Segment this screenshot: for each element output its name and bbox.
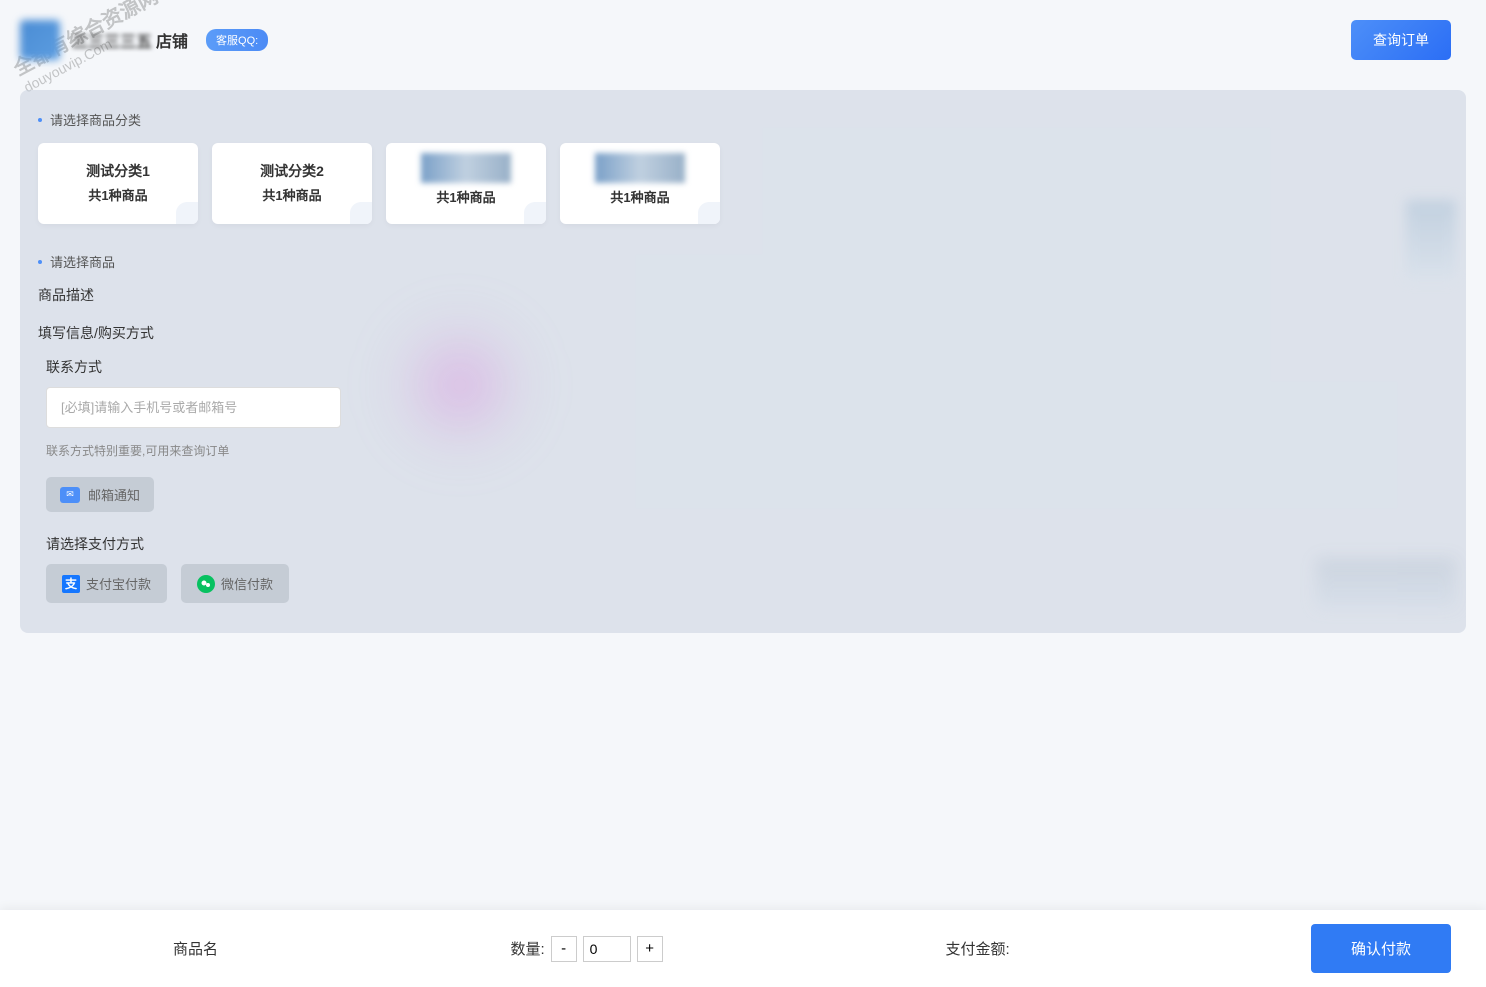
checkout-footer: 商品名 数量: - + 支付金额: 确认付款	[0, 910, 1486, 987]
wechat-label: 微信付款	[221, 574, 273, 593]
fill-info-title: 填写信息/购买方式	[38, 323, 1448, 343]
footer-quantity: 数量: - +	[391, 936, 782, 962]
quantity-input[interactable]	[583, 936, 631, 962]
quantity-label: 数量:	[510, 938, 544, 959]
main-panel: 请选择商品分类 测试分类1 共1种商品 测试分类2 共1种商品 共1种商品 共1…	[20, 90, 1466, 633]
category-card-1[interactable]: 测试分类1 共1种商品	[38, 143, 198, 224]
alipay-label: 支付宝付款	[86, 574, 151, 593]
wechat-icon	[197, 575, 215, 593]
email-notify-toggle[interactable]: ✉ 邮箱通知	[46, 477, 154, 512]
alipay-icon: 支	[62, 575, 80, 593]
qq-service-badge[interactable]: 客服QQ:	[206, 29, 268, 51]
header-left: 三三三三五 店铺 客服QQ:	[20, 20, 268, 60]
category-card-2[interactable]: 测试分类2 共1种商品	[212, 143, 372, 224]
category-title: 测试分类2	[222, 161, 362, 181]
category-count: 共1种商品	[48, 185, 188, 204]
category-list: 测试分类1 共1种商品 测试分类2 共1种商品 共1种商品 共1种商品	[38, 143, 1448, 224]
contact-hint: 联系方式特别重要,可用来查询订单	[46, 442, 1448, 459]
shop-title-blurred: 三三三三五	[72, 28, 152, 52]
section-select-category: 请选择商品分类	[38, 110, 1448, 129]
footer-product-name: 商品名	[0, 938, 391, 959]
payment-options: 支 支付宝付款 微信付款	[46, 564, 1448, 603]
shop-logo	[20, 20, 60, 60]
quantity-decrease-button[interactable]: -	[551, 936, 577, 962]
query-order-button[interactable]: 查询订单	[1351, 20, 1451, 60]
shop-title: 店铺	[156, 28, 188, 52]
email-icon: ✉	[60, 487, 80, 503]
card-corner-icon	[176, 202, 198, 224]
confirm-payment-button[interactable]: 确认付款	[1311, 924, 1451, 973]
footer-confirm-wrap: 确认付款	[1173, 924, 1486, 973]
wechat-button[interactable]: 微信付款	[181, 564, 289, 603]
category-thumb-blurred	[595, 153, 685, 183]
category-title: 测试分类1	[48, 161, 188, 181]
alipay-button[interactable]: 支 支付宝付款	[46, 564, 167, 603]
contact-input[interactable]	[46, 387, 341, 428]
category-thumb-blurred	[421, 153, 511, 183]
section-select-product: 请选择商品	[38, 252, 1448, 271]
category-card-3[interactable]: 共1种商品	[386, 143, 546, 224]
decorative-blur-bottom	[1316, 558, 1456, 608]
decorative-blur-right	[1406, 200, 1456, 280]
category-card-4[interactable]: 共1种商品	[560, 143, 720, 224]
app-header: 三三三三五 店铺 客服QQ: 查询订单	[0, 0, 1486, 80]
card-corner-icon	[524, 202, 546, 224]
category-count: 共1种商品	[396, 187, 536, 206]
select-payment-label: 请选择支付方式	[46, 534, 1448, 554]
product-description-label: 商品描述	[38, 285, 1448, 305]
quantity-increase-button[interactable]: +	[637, 936, 663, 962]
footer-amount: 支付金额:	[782, 938, 1173, 959]
category-count: 共1种商品	[222, 185, 362, 204]
category-count: 共1种商品	[570, 187, 710, 206]
contact-label: 联系方式	[46, 357, 1448, 377]
email-notify-label: 邮箱通知	[88, 485, 140, 504]
card-corner-icon	[698, 202, 720, 224]
card-corner-icon	[350, 202, 372, 224]
